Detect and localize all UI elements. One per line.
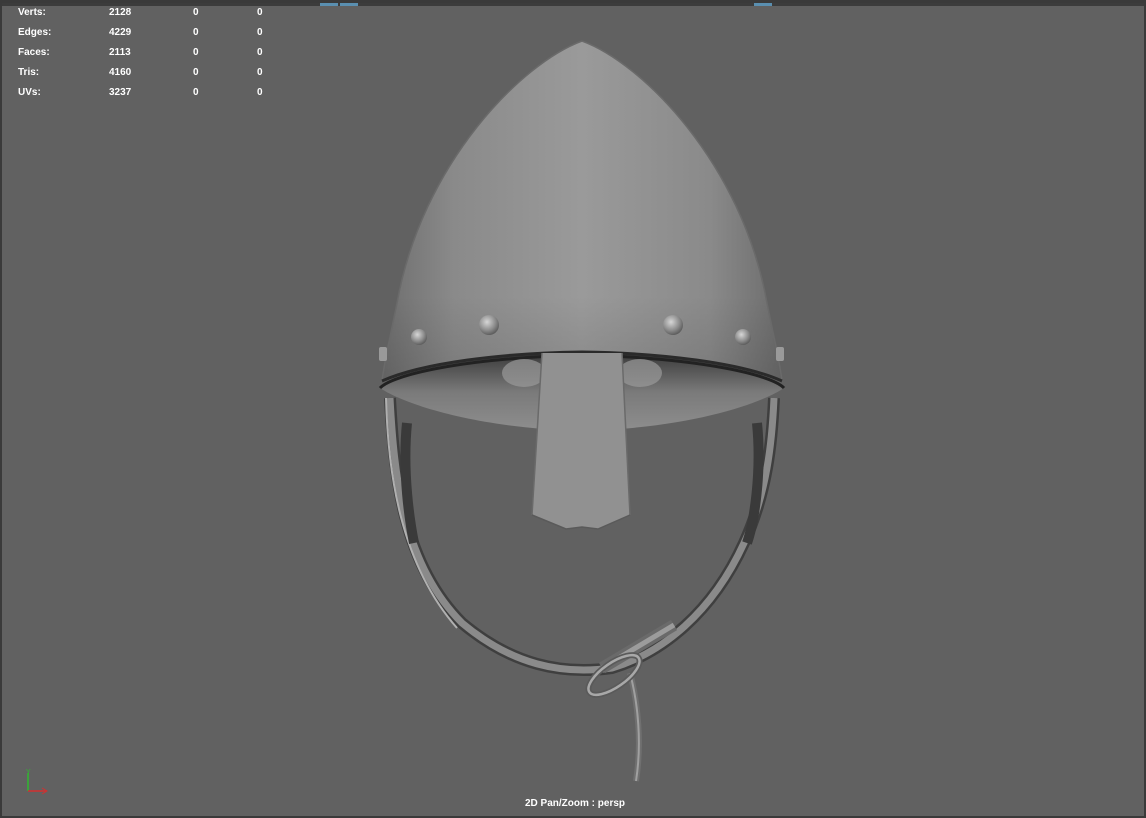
rivet <box>479 315 499 335</box>
rivet <box>663 315 683 335</box>
axis-gizmo: Y <box>26 769 48 795</box>
rivet <box>735 329 751 345</box>
helmet-model[interactable] <box>2 3 1146 818</box>
camera-label: 2D Pan/Zoom : persp <box>524 798 625 809</box>
rivet <box>379 347 387 361</box>
rivet <box>776 347 784 361</box>
rivet <box>411 329 427 345</box>
3d-viewport[interactable]: Verts: 2128 0 0 Edges: 4229 0 0 Faces: 2… <box>0 0 1146 818</box>
y-axis-label: Y <box>26 769 31 776</box>
helmet-dome[interactable] <box>381 40 783 382</box>
nasal-guard[interactable] <box>531 352 631 530</box>
